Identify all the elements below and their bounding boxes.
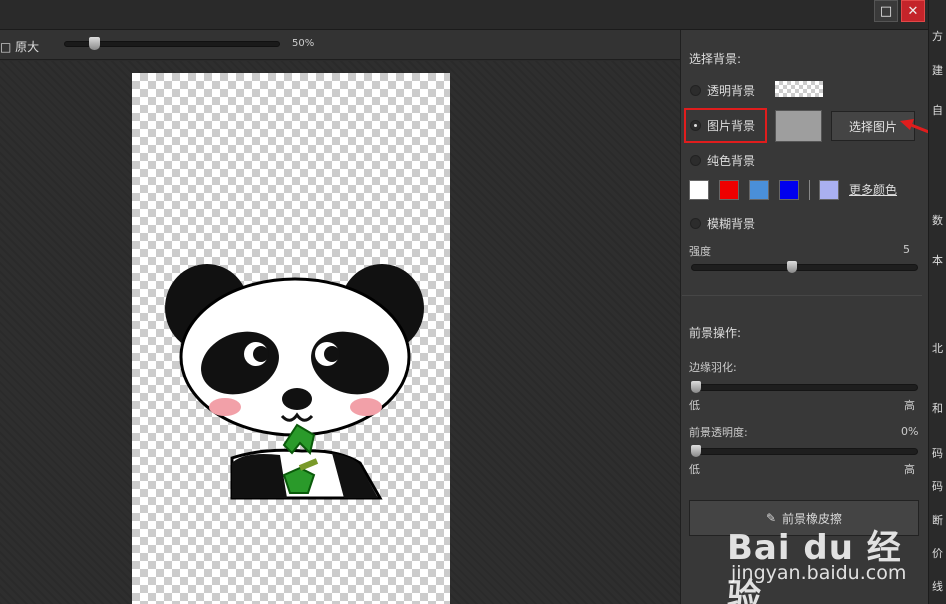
strip-char: 数 <box>932 214 943 227</box>
zoom-slider-thumb[interactable] <box>89 37 100 50</box>
radio-transparent[interactable] <box>690 85 701 96</box>
strength-slider[interactable] <box>691 264 918 271</box>
maximize-button[interactable]: □ <box>874 0 898 22</box>
color-swatch-red[interactable] <box>719 180 739 200</box>
strength-value: 5 <box>903 243 910 256</box>
opacity-slider[interactable] <box>691 448 918 455</box>
opacity-high-label: 高 <box>904 463 915 476</box>
strip-char: 码 <box>932 480 943 493</box>
image-preview[interactable] <box>132 73 450 604</box>
radio-image[interactable] <box>690 120 701 131</box>
opacity-slider-thumb[interactable] <box>691 445 701 457</box>
strip-char: 方 <box>932 30 943 43</box>
strength-label: 强度 <box>689 245 711 258</box>
strip-char: 线 <box>932 580 943 593</box>
original-size-checkbox-icon: □ <box>0 40 16 54</box>
color-swatch-blue[interactable] <box>779 180 799 200</box>
transparent-swatch <box>775 81 823 97</box>
strip-char: 和 <box>932 402 943 415</box>
strip-char: 北 <box>932 342 943 355</box>
radio-solid[interactable] <box>690 155 701 166</box>
strength-slider-thumb[interactable] <box>787 261 797 273</box>
baidu-watermark: Bai du 经验 jingyan.baidu.com <box>725 498 925 604</box>
opacity-value: 0% <box>901 425 919 438</box>
foreground-section-title: 前景操作: <box>689 326 742 340</box>
more-colors-link[interactable]: 更多颜色 <box>849 181 897 198</box>
strip-char: 断 <box>932 514 943 527</box>
strip-char: 自 <box>932 104 943 117</box>
strip-char: 本 <box>932 254 943 267</box>
watermark-url: jingyan.baidu.com <box>731 562 907 584</box>
panda-image <box>165 264 424 500</box>
strip-char: 价 <box>932 547 943 560</box>
panel-divider <box>682 295 922 296</box>
edge-high-label: 高 <box>904 399 915 412</box>
maximize-icon: □ <box>879 3 893 19</box>
zoom-value: 50% <box>292 38 315 49</box>
image-swatch[interactable] <box>775 110 822 142</box>
app-window: □ ✕ □ 原大 50% 选择背景: 透明背景 图片背景 选择图片 纯色背景 更… <box>0 0 946 604</box>
original-size-label[interactable]: □ 原大 <box>0 38 39 55</box>
swatch-divider <box>809 180 810 200</box>
color-swatch-white[interactable] <box>689 180 709 200</box>
option-image-label[interactable]: 图片背景 <box>707 117 755 134</box>
edge-feather-slider[interactable] <box>691 384 918 391</box>
strip-char: 码 <box>932 447 943 460</box>
opacity-label: 前景透明度: <box>689 426 748 439</box>
radio-blur[interactable] <box>690 218 701 229</box>
color-swatch-lightblue[interactable] <box>749 180 769 200</box>
edge-feather-slider-thumb[interactable] <box>691 381 701 393</box>
option-blur-label[interactable]: 模糊背景 <box>707 215 755 232</box>
opacity-low-label: 低 <box>689 463 700 476</box>
background-section-title: 选择背景: <box>689 52 742 66</box>
option-solid-label[interactable]: 纯色背景 <box>707 152 755 169</box>
color-swatch-custom[interactable] <box>819 180 839 200</box>
strip-char: 建 <box>932 64 943 77</box>
option-transparent-label[interactable]: 透明背景 <box>707 82 755 99</box>
close-icon: ✕ <box>907 3 919 19</box>
edge-feather-label: 边缘羽化: <box>689 361 737 374</box>
edge-low-label: 低 <box>689 399 700 412</box>
close-button[interactable]: ✕ <box>901 0 925 22</box>
title-bar <box>0 0 928 30</box>
